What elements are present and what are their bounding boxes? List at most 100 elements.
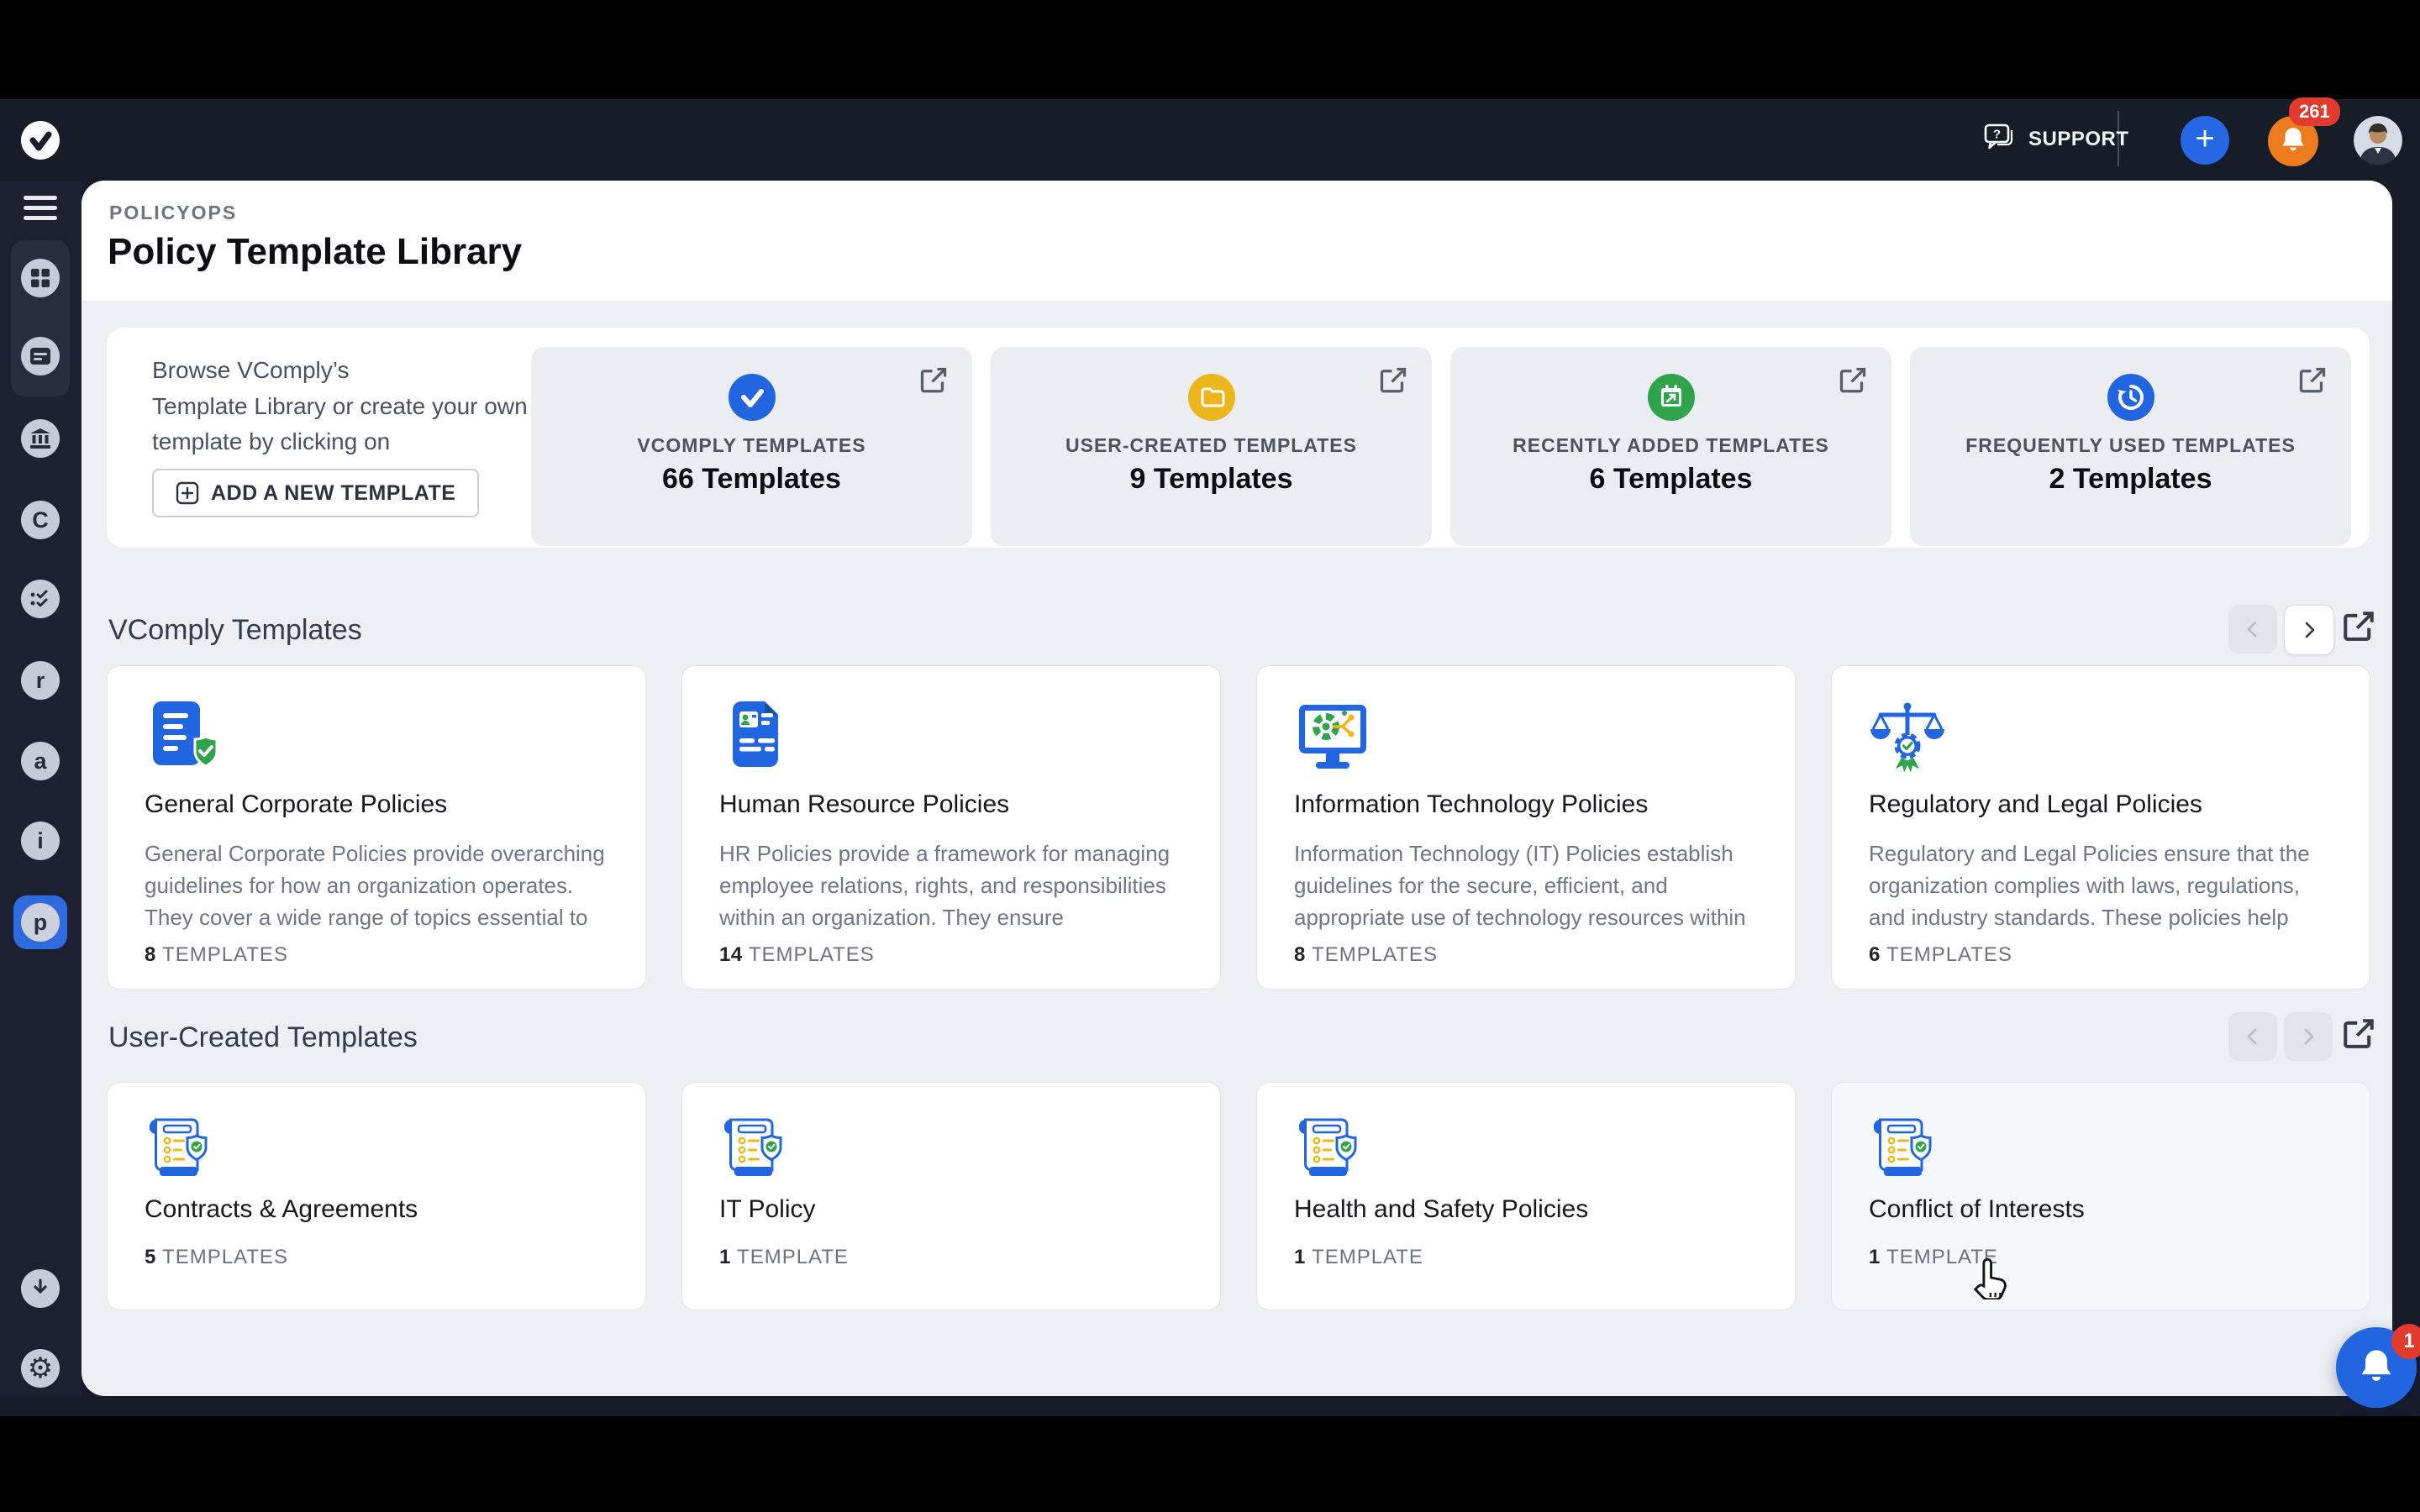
template-card-human-resource-policies[interactable]: Human Resource Policies HR Policies prov… <box>681 665 1221 990</box>
letter-i-icon: i <box>37 830 44 853</box>
template-card-title: Contracts & Agreements <box>145 1195 418 1224</box>
template-count: 1 TEMPLATE <box>719 1246 849 1269</box>
template-card-description: HR Policies provide a framework for mana… <box>719 837 1186 933</box>
sidebar-item-settings[interactable]: ⚙ <box>21 1349 60 1388</box>
create-new-button[interactable]: + <box>2181 116 2229 165</box>
template-count: 14 TEMPLATES <box>719 943 875 967</box>
document-shield-icon <box>145 698 222 780</box>
intro-text: Browse VComply’s Template Library or cre… <box>152 353 555 460</box>
letter-r-icon: r <box>36 669 45 692</box>
menu-toggle-icon[interactable] <box>24 196 57 224</box>
main-panel: POLICYOPS Policy Template Library Browse… <box>82 181 2392 1396</box>
id-document-icon <box>719 698 797 780</box>
stat-card-vcomply-templates[interactable]: VCOMPLY TEMPLATES 66 Templates <box>531 347 972 546</box>
scroll-shield-icon <box>1869 1115 1939 1189</box>
user-template-card-conflict-of-interests[interactable]: Conflict of Interests 1 TEMPLATE <box>1831 1082 2370 1310</box>
sidebar-item-r-app[interactable]: r <box>21 661 60 700</box>
user-template-card-it-policy[interactable]: IT Policy 1 TEMPLATE <box>681 1082 1221 1310</box>
template-count: 8 TEMPLATES <box>1294 943 1438 967</box>
bottom-strip <box>0 1416 2420 1512</box>
template-card-description: Regulatory and Legal Policies ensure tha… <box>1869 837 2336 933</box>
user-avatar[interactable] <box>2354 116 2402 165</box>
download-icon <box>29 1278 51 1299</box>
stat-card-recently-added-templates[interactable]: RECENTLY ADDED TEMPLATES 6 Templates <box>1450 347 1891 546</box>
vcomply-next-button[interactable] <box>2284 605 2334 655</box>
scroll-shield-icon <box>1294 1115 1365 1189</box>
user-template-card-contracts-agreements[interactable]: Contracts & Agreements 5 TEMPLATES <box>107 1082 646 1310</box>
stat-count: 66 Templates <box>531 463 972 496</box>
template-card-information-technology-policies[interactable]: Information Technology Policies Informat… <box>1256 665 1796 990</box>
breadcrumb: POLICYOPS <box>109 202 237 224</box>
sidebar-item-c-app[interactable]: C <box>21 501 60 539</box>
stat-count: 2 Templates <box>1910 463 2351 496</box>
bell-icon <box>2279 125 2307 158</box>
template-card-title: Health and Safety Policies <box>1294 1195 1588 1224</box>
stat-count: 6 Templates <box>1450 463 1891 496</box>
svg-text:?: ? <box>1993 127 2001 141</box>
calendar-add-icon <box>1648 374 1695 425</box>
sidebar-item-tasks[interactable] <box>21 580 60 618</box>
template-card-description: General Corporate Policies provide overa… <box>145 837 612 933</box>
external-link-icon[interactable] <box>918 365 949 400</box>
grid-icon <box>30 268 50 288</box>
section-title-user-created-templates: User-Created Templates <box>108 1021 418 1054</box>
page-title: Policy Template Library <box>108 231 522 273</box>
board-icon <box>29 346 51 366</box>
user-prev-button[interactable] <box>2228 1012 2277 1061</box>
support-icon: ? <box>1983 123 2015 157</box>
stat-count: 9 Templates <box>991 463 1432 496</box>
plus-icon: + <box>2195 120 2214 158</box>
stat-card-user-created-templates[interactable]: USER-CREATED TEMPLATES 9 Templates <box>991 347 1432 546</box>
sidebar-item-i-app[interactable]: i <box>21 822 60 860</box>
external-link-icon <box>2341 1016 2376 1052</box>
sidebar-item-institution[interactable] <box>21 419 60 458</box>
bank-icon <box>29 428 51 449</box>
sidebar-item-apps[interactable] <box>21 259 60 297</box>
user-template-card-health-and-safety-policies[interactable]: Health and Safety Policies 1 TEMPLATE <box>1256 1082 1796 1310</box>
scroll-shield-icon <box>719 1115 790 1189</box>
clock-history-icon <box>2107 374 2154 425</box>
folder-icon <box>1188 374 1235 425</box>
vcomply-expand-button[interactable] <box>2341 609 2376 648</box>
plus-square-icon <box>176 481 199 505</box>
template-card-title: Human Resource Policies <box>719 790 1009 819</box>
scales-icon <box>1869 698 1946 780</box>
template-card-general-corporate-policies[interactable]: General Corporate Policies General Corpo… <box>107 665 646 990</box>
template-card-title: Information Technology Policies <box>1294 790 1648 819</box>
chevron-right-icon <box>2298 1026 2318 1047</box>
vcomply-prev-button[interactable] <box>2228 605 2277 654</box>
vcomply-logo <box>20 120 60 160</box>
template-count: 5 TEMPLATES <box>145 1246 288 1269</box>
template-card-regulatory-and-legal-policies[interactable]: Regulatory and Legal Policies Regulatory… <box>1831 665 2370 990</box>
stat-label: USER-CREATED TEMPLATES <box>991 434 1432 457</box>
template-count: 6 TEMPLATES <box>1869 943 2012 967</box>
floating-notification-count-badge: 1 <box>2391 1324 2420 1359</box>
external-link-icon[interactable] <box>1378 365 1408 400</box>
stats-strip: Browse VComply’s Template Library or cre… <box>107 328 2370 548</box>
notification-count-badge: 261 <box>2289 97 2340 126</box>
chevron-right-icon <box>2299 620 2319 640</box>
letter-a-icon: a <box>34 750 46 773</box>
sidebar-item-boards[interactable] <box>21 337 60 375</box>
bell-icon <box>2357 1347 2396 1389</box>
scroll-shield-icon <box>145 1115 215 1189</box>
stat-label: FREQUENTLY USED TEMPLATES <box>1910 434 2351 457</box>
template-card-title: Regulatory and Legal Policies <box>1869 790 2202 819</box>
monitor-gear-icon <box>1294 698 1371 780</box>
sidebar-item-a-app[interactable]: a <box>21 742 60 780</box>
external-link-icon <box>2341 609 2376 644</box>
sidebar-item-downloads[interactable] <box>21 1269 60 1308</box>
user-next-button[interactable] <box>2284 1012 2333 1061</box>
add-template-label: ADD A NEW TEMPLATE <box>211 481 455 506</box>
checklist-icon <box>29 588 51 610</box>
external-link-icon[interactable] <box>1838 365 1868 400</box>
chevron-left-icon <box>2243 619 2263 639</box>
support-button[interactable]: ? SUPPORT <box>1983 116 2129 163</box>
add-template-button[interactable]: ADD A NEW TEMPLATE <box>152 469 479 517</box>
section-title-vcomply-templates: VComply Templates <box>108 614 362 647</box>
user-expand-button[interactable] <box>2341 1016 2376 1056</box>
sidebar-item-policyops-active[interactable]: p <box>13 895 67 949</box>
stat-card-frequently-used-templates[interactable]: FREQUENTLY USED TEMPLATES 2 Templates <box>1910 347 2351 546</box>
template-card-description: Information Technology (IT) Policies est… <box>1294 837 1761 933</box>
external-link-icon[interactable] <box>2297 365 2328 400</box>
